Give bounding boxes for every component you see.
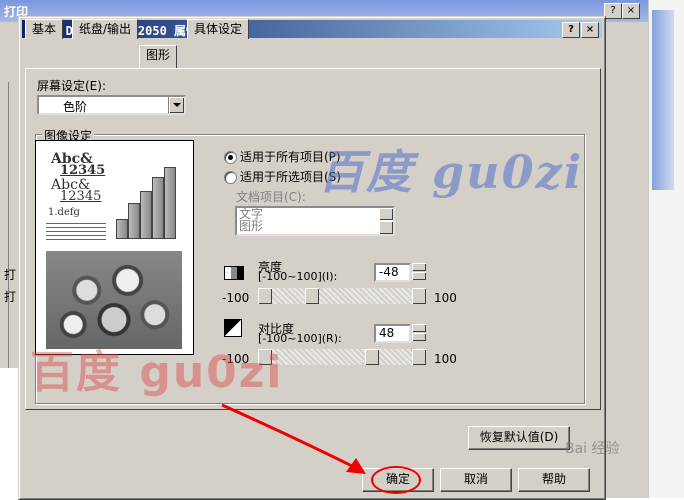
annotation-highlight-circle bbox=[371, 466, 421, 494]
tab-graphics[interactable]: 图形 bbox=[139, 45, 178, 68]
annotation-arrow bbox=[221, 403, 366, 474]
